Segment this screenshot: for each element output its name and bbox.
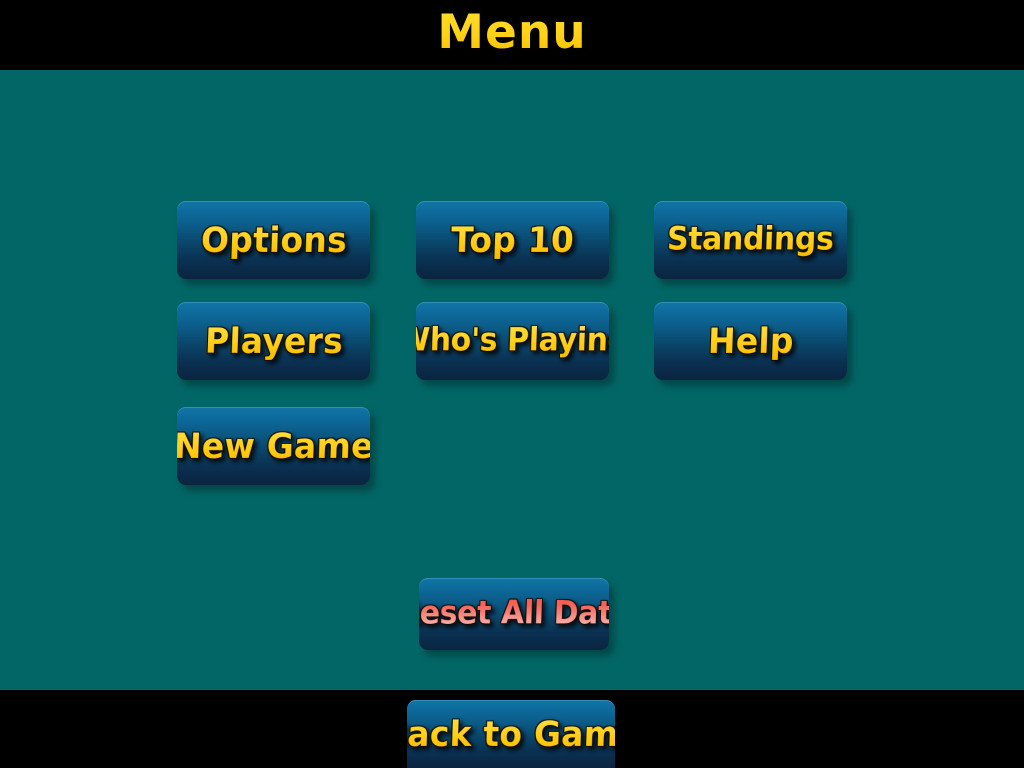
players-button-label: Players (203, 319, 344, 362)
standings-button-label: Standings (666, 220, 835, 259)
whos-playing-button-label: Who's Playing (416, 322, 609, 360)
menu-stage: Options Top 10 Standings Players Who's P… (0, 70, 1024, 690)
players-button[interactable]: Players (177, 302, 370, 380)
reset-all-data-button-label: Reset All Data (419, 595, 609, 633)
help-button[interactable]: Help (654, 302, 847, 380)
back-to-game-button[interactable]: Back to Game (407, 700, 615, 768)
page-title: Menu (437, 5, 587, 60)
new-game-button-label: New Game (177, 425, 370, 466)
top-10-button[interactable]: Top 10 (416, 201, 609, 279)
back-to-game-button-label: Back to Game (407, 713, 615, 754)
reset-all-data-button[interactable]: Reset All Data (419, 578, 609, 650)
options-button-label: Options (199, 218, 348, 261)
whos-playing-button[interactable]: Who's Playing (416, 302, 609, 380)
game-menu-screen: Menu Options Top 10 Standings Players Wh… (0, 0, 1024, 768)
top-10-button-label: Top 10 (450, 218, 575, 261)
options-button[interactable]: Options (177, 201, 370, 279)
title-bar: Menu (0, 0, 1024, 70)
standings-button[interactable]: Standings (654, 201, 847, 279)
help-button-label: Help (706, 319, 795, 362)
new-game-button[interactable]: New Game (177, 407, 370, 485)
